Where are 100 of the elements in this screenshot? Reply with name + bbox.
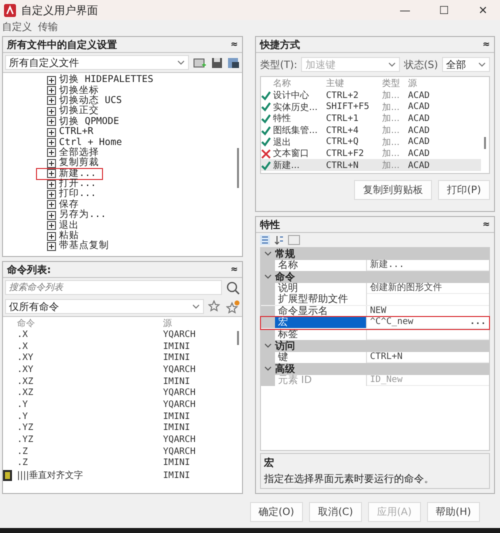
dialog-button[interactable]: 帮助(H): [426, 502, 480, 522]
property-label[interactable]: 宏: [275, 317, 366, 328]
table-cell[interactable]: .YZ: [17, 435, 163, 446]
menu-item[interactable]: 自定义: [2, 20, 32, 34]
chevron-down-icon: [192, 304, 200, 310]
column-header[interactable]: 源: [408, 77, 481, 90]
table-cell[interactable]: 文本窗口: [273, 147, 326, 160]
dialog-button[interactable]: 确定(O): [250, 502, 304, 522]
table-cell-text: YQARCH: [163, 388, 197, 398]
property-value[interactable]: ^C^C_new: [370, 317, 414, 328]
window-control[interactable]: ✕: [466, 4, 500, 16]
tree-item[interactable]: 另存为...: [59, 210, 106, 220]
tree-item[interactable]: 全部选择: [59, 148, 99, 158]
property-value[interactable]: NEW: [370, 306, 386, 316]
status-select[interactable]: 全部: [442, 57, 490, 72]
table-cell-text: ACAD: [408, 126, 431, 136]
save-icon[interactable]: [211, 56, 223, 68]
column-header[interactable]: 命令: [17, 317, 163, 330]
collapse-icon[interactable]: ≈: [482, 40, 490, 50]
node-icon: [47, 169, 56, 178]
tree-item[interactable]: 打开...: [59, 179, 96, 190]
node-icon: [47, 221, 56, 230]
table-cell-text: IMINI: [163, 412, 192, 422]
column-header[interactable]: 源: [163, 317, 234, 330]
tree-item[interactable]: 复制剪裁: [59, 158, 99, 168]
property-label[interactable]: 名称: [275, 260, 366, 270]
column-header[interactable]: 主键: [326, 77, 382, 90]
property-label[interactable]: 说明: [275, 282, 366, 294]
table-cell-text: IMINI: [163, 376, 192, 387]
window-control[interactable]: —: [388, 4, 422, 16]
property-value[interactable]: 创建新的图形文件: [370, 282, 442, 294]
table-cell[interactable]: ||||垂直对齐文字: [17, 469, 163, 482]
tree-item[interactable]: 切换动态 UCS: [59, 96, 122, 106]
table-cell-text: CTRL+1: [326, 114, 360, 124]
table-cell[interactable]: .XY: [17, 353, 163, 364]
table-cell[interactable]: .XY: [17, 364, 163, 375]
table-cell[interactable]: 新建...: [273, 159, 326, 172]
table-cell[interactable]: .Y: [17, 412, 163, 422]
group-header[interactable]: 命令: [261, 271, 489, 282]
collapse-icon[interactable]: ≈: [230, 40, 238, 50]
property-value[interactable]: CTRL+N: [370, 352, 403, 362]
table-cell-text: 加...: [382, 112, 401, 126]
column-header[interactable]: 名称: [273, 77, 326, 90]
collapse-icon[interactable]: ≈: [230, 264, 238, 274]
table-cell[interactable]: .X: [17, 342, 163, 352]
table-cell[interactable]: 图纸集管...: [273, 124, 326, 138]
open-file-icon[interactable]: [193, 56, 207, 68]
collapse-icon[interactable]: ≈: [482, 220, 490, 230]
sort-alpha-icon[interactable]: [274, 235, 284, 245]
table-cell[interactable]: .XZ: [17, 376, 163, 387]
tree-item[interactable]: 新建...: [59, 168, 96, 179]
new-star-icon[interactable]: [226, 300, 240, 314]
table-cell[interactable]: 实体历史...: [273, 100, 326, 114]
table-cell[interactable]: 退出: [273, 136, 326, 149]
table-cell-text: 加...: [382, 90, 401, 102]
print-button[interactable]: 打印(P): [438, 180, 490, 200]
tree-item[interactable]: 保存: [59, 200, 79, 210]
window-control[interactable]: ☐: [427, 4, 461, 16]
node-icon: [47, 158, 56, 168]
dialog-button[interactable]: 取消(C): [309, 502, 362, 522]
search-field[interactable]: 搜索命令列表: [5, 280, 222, 295]
table-cell-text: IMINI: [163, 470, 192, 481]
tree-item[interactable]: 切换 QPMODE: [59, 116, 120, 127]
description-text: 指定在选择界面元素时要运行的命令。: [264, 472, 435, 486]
file-select[interactable]: 所有自定义文件: [5, 55, 189, 70]
tree-item[interactable]: 切换正交: [59, 106, 99, 116]
table-cell-text: SHIFT+F5: [326, 102, 370, 112]
tree-item[interactable]: 打印...: [59, 189, 96, 200]
table-cell[interactable]: 特性: [273, 112, 326, 126]
save-all-icon[interactable]: [227, 56, 240, 68]
tree-item[interactable]: 带基点复制: [59, 241, 109, 252]
copy-button[interactable]: 复制到剪贴板: [354, 180, 432, 200]
tree-item[interactable]: 粘贴: [59, 231, 79, 242]
group-header[interactable]: 访问: [261, 340, 489, 352]
tree-item[interactable]: 切换坐标: [59, 86, 99, 96]
table-cell[interactable]: .X: [17, 330, 163, 340]
table-cell[interactable]: 设计中心: [273, 89, 326, 102]
table-cell-text: ACAD: [408, 137, 431, 148]
property-label[interactable]: 键: [275, 352, 366, 362]
sort-category-icon[interactable]: [260, 235, 270, 245]
table-cell[interactable]: .Y: [17, 400, 163, 410]
column-header[interactable]: 类型: [382, 77, 408, 90]
table-cell[interactable]: .Z: [17, 446, 163, 457]
group-header[interactable]: 高级: [261, 363, 489, 374]
table-cell-text: 加...: [382, 136, 401, 148]
group-header[interactable]: 常规: [261, 248, 489, 260]
table-cell[interactable]: .YZ: [17, 423, 163, 434]
star-search-icon[interactable]: [208, 300, 222, 314]
menu-item[interactable]: 传输: [38, 20, 58, 34]
table-cell-text: CTRL+4: [326, 126, 360, 136]
tree-item[interactable]: 切换 HIDEPALETTES: [59, 75, 154, 86]
filter-select[interactable]: 仅所有命令: [5, 299, 204, 314]
tree-item[interactable]: CTRL+R: [59, 127, 94, 138]
table-cell[interactable]: .XZ: [17, 388, 163, 398]
property-value[interactable]: 新建...: [370, 260, 404, 270]
ellipsis-button[interactable]: ...: [466, 317, 489, 328]
tree-item[interactable]: Ctrl + Home: [59, 138, 122, 148]
table-cell[interactable]: .Z: [17, 458, 163, 468]
tree-item[interactable]: 退出: [59, 220, 79, 231]
search-icon[interactable]: [226, 280, 240, 294]
